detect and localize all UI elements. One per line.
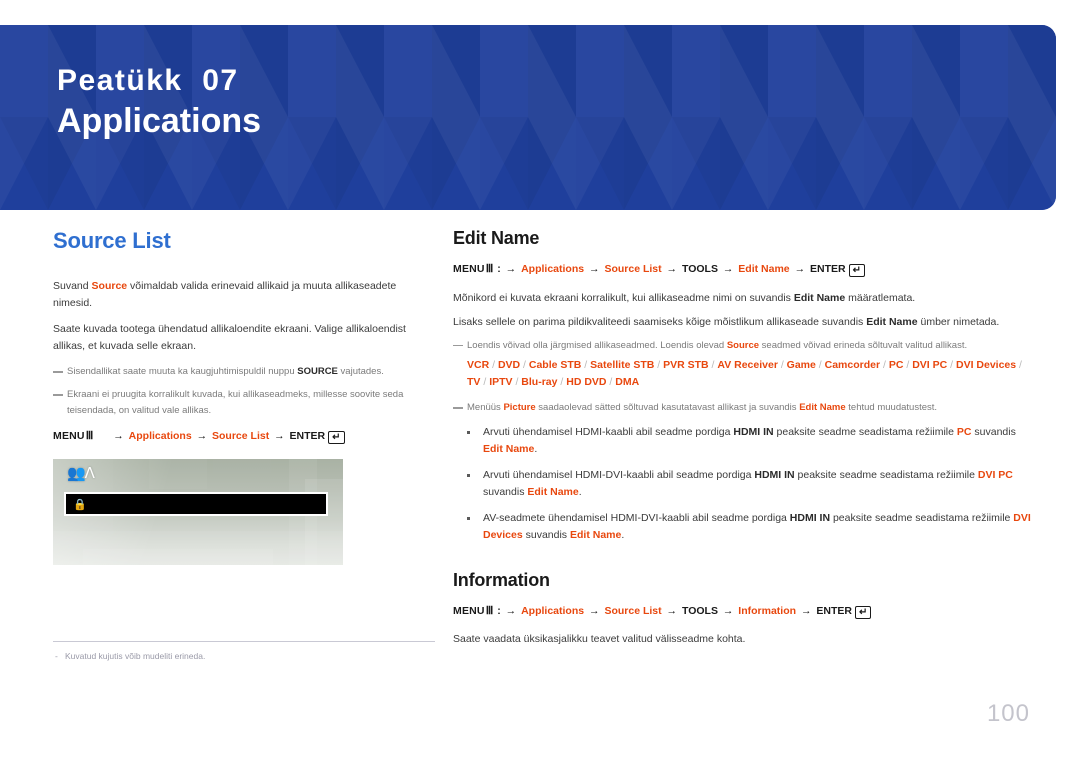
paragraph-source-display: Saate kuvada tootega ühendatud allikaloe… <box>53 323 406 352</box>
enter-key-icon: ↵ <box>854 605 872 619</box>
enter-key-icon: ↵ <box>848 264 865 277</box>
tv-selection-bar: 🔒 <box>64 491 328 516</box>
paragraph-information: Saate vaadata üksikasjalikku teavet vali… <box>453 633 746 646</box>
list-item: Arvuti ühendamisel HDMI-DVI-kaabli abil … <box>453 467 1033 501</box>
footnote-divider <box>53 641 435 642</box>
note-remote-source: Sisendallikat saate muuta ka kaugjuhtimi… <box>53 364 435 379</box>
menu-path-source-list: MENUⅢ → Applications → Source List → ENT… <box>53 428 435 445</box>
footnote-text: Kuvatud kujutis võib mudeliti erineda. <box>53 651 435 663</box>
section-title-source-list: Source List <box>53 228 171 253</box>
section-title-edit-name: Edit Name <box>453 228 540 248</box>
note-device-list: Loendis võivad olla järgmised allikasead… <box>453 338 1033 353</box>
paragraph-edit-name-1: Mõnikord ei kuvata ekraani korralikult, … <box>453 291 916 304</box>
note-wrong-source: Ekraani ei pruugita korralikult kuvada, … <box>53 387 435 418</box>
chapter-label: Peatükk 07 <box>57 64 239 97</box>
footnote-block: Kuvatud kujutis võib mudeliti erineda. <box>53 641 435 663</box>
source-people-icon: 👥Λ <box>67 463 95 482</box>
chapter-banner: Peatükk 07 Applications <box>0 25 1056 210</box>
right-column: Edit Name MENUⅢ : → Applications → Sourc… <box>453 228 1033 657</box>
tv-screenshot-source-list: 👥Λ 🔒 <box>53 458 343 565</box>
device-type-list: VCR / DVD / Cable STB / Satellite STB / … <box>467 359 1022 389</box>
manual-page: Peatükk 07 Applications Source List Suva… <box>0 0 1080 763</box>
paragraph-edit-name-2: Lisaks sellele on parima pildikvaliteedi… <box>453 315 1000 328</box>
edit-name-bullet-list: Arvuti ühendamisel HDMI-kaabli abil sead… <box>453 424 1033 544</box>
lock-icon: 🔒 <box>73 497 87 511</box>
list-item: AV-seadmete ühendamisel HDMI-DVI-kaabli … <box>453 510 1033 544</box>
list-item: Arvuti ühendamisel HDMI-kaabli abil sead… <box>453 424 1033 458</box>
banner-text-block: Peatükk 07 Applications <box>57 63 261 144</box>
section-title-information: Information <box>453 569 550 590</box>
menu-path-edit-name: MENUⅢ : → Applications → Source List → T… <box>453 261 1033 278</box>
left-column: Source List Suvand Source võimaldab vali… <box>53 228 435 565</box>
note-picture-menu: Menüüs Picture saadaolevad sätted sõltuv… <box>453 400 1033 415</box>
page-number: 100 <box>986 700 1030 727</box>
enter-key-icon: ↵ <box>328 431 345 445</box>
chapter-title: Applications <box>57 102 262 141</box>
paragraph-source-intro: Suvand Source võimaldab valida erinevaid… <box>53 280 397 309</box>
menu-path-information: MENUⅢ : → Applications → Source List → T… <box>453 603 1033 620</box>
